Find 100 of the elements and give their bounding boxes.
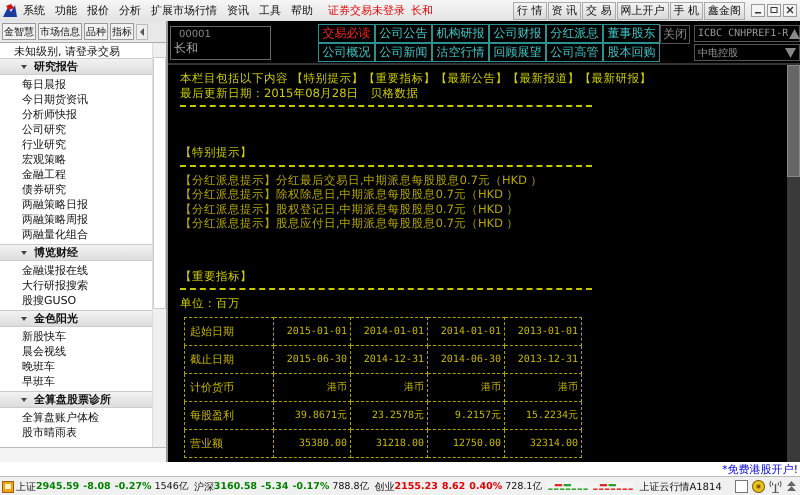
section-title: 研究报告: [34, 59, 78, 74]
nav-button[interactable]: 网上开户: [616, 2, 668, 20]
sidebar-item[interactable]: 每日晨报: [0, 77, 152, 92]
info-tab[interactable]: 公司概况: [318, 43, 375, 62]
section-title: 博览财经: [34, 245, 78, 260]
table-cell: 港币: [428, 373, 504, 401]
table-cell: 截止日期: [184, 345, 274, 373]
table-cell: 2015-06-30: [274, 345, 350, 373]
close-button[interactable]: 关闭: [660, 25, 690, 44]
tip-tag: 【分红派息提示】: [180, 216, 276, 230]
info-tab[interactable]: 沽空行情: [432, 43, 489, 62]
table-cell: 2013-12-31: [504, 345, 582, 373]
index-value: 2945.59: [36, 481, 80, 492]
menu-item[interactable]: 功能: [50, 3, 82, 18]
sidebar-item[interactable]: 债券研究: [0, 182, 152, 197]
sidebar-item[interactable]: 金融工程: [0, 167, 152, 182]
sidebar-item[interactable]: 早班车: [0, 374, 152, 389]
menu-item[interactable]: 分析: [114, 3, 146, 18]
table-cell: 2015-01-01: [274, 317, 350, 345]
sidebar-tab[interactable]: 市场信息: [38, 23, 82, 40]
table-cell: 12750.00: [428, 429, 504, 457]
section-heading: 【特别提示】: [180, 145, 253, 160]
dropdown[interactable]: 中电控股: [694, 44, 800, 61]
index-change: -8.08: [83, 481, 111, 492]
table-cell: 计价货币: [184, 373, 274, 401]
sidebar-item[interactable]: 今日期货资讯: [0, 92, 152, 107]
nav-button[interactable]: 鑫金阁: [704, 2, 745, 20]
menu-item[interactable]: 报价: [82, 3, 114, 18]
nav-button[interactable]: 交 易: [582, 2, 616, 20]
sidebar-item[interactable]: 金融谍报在线: [0, 263, 152, 278]
nav-button[interactable]: 行 情: [513, 2, 546, 20]
sidebar-item[interactable]: 两融策略日报: [0, 197, 152, 212]
section-header[interactable]: 博览财经: [0, 244, 152, 261]
index-percent: 0.40%: [469, 481, 502, 492]
menu-item[interactable]: 帮助: [286, 3, 318, 18]
sidebar-item[interactable]: 分析师快报: [0, 107, 152, 122]
table-cell: 15.2234元: [504, 401, 582, 429]
info-tab[interactable]: 董事股东: [603, 24, 660, 43]
table-cell: 港币: [350, 373, 428, 401]
section-header[interactable]: 研究报告: [0, 58, 152, 75]
dropdown[interactable]: ICBC CNHPREF1-R: [694, 25, 800, 42]
menu-item[interactable]: 系统: [18, 3, 50, 18]
menu-item[interactable]: 工具: [254, 3, 286, 18]
table-cell: 2014-12-31: [350, 345, 428, 373]
menu-item[interactable]: 扩展市场行情: [146, 3, 222, 18]
sidebar-tab[interactable]: 指标: [110, 23, 134, 40]
index-change: -5.34: [261, 481, 288, 492]
info-tab[interactable]: 回顾展望: [489, 43, 546, 62]
table-cell: 每股盈利: [184, 401, 274, 429]
sidebar-item[interactable]: 晚班车: [0, 359, 152, 374]
sidebar-item[interactable]: 全算盘账户体检: [0, 410, 152, 425]
info-tab[interactable]: 交易必读: [318, 24, 375, 43]
tip-text: 股权登记日,中期派息每股股息0.7元（HKD ）: [276, 202, 519, 216]
sidebar-item[interactable]: 大行研报搜索: [0, 278, 152, 293]
info-tab[interactable]: 机构研报: [432, 24, 489, 43]
index-value: 3160.58: [214, 481, 258, 492]
stock-name: 长和: [411, 3, 433, 18]
info-tab[interactable]: 公司新闻: [375, 43, 432, 62]
table-cell: 35380.00: [274, 429, 350, 457]
info-tab[interactable]: 分红派息: [546, 24, 603, 43]
tip-tag: 【分红派息提示】: [180, 202, 276, 216]
info-tab[interactable]: 公司财报: [489, 24, 546, 43]
nav-button[interactable]: 资 讯: [548, 2, 581, 20]
index-name: 创业: [374, 480, 395, 494]
table-cell: 2013-01-01: [504, 317, 582, 345]
intro-text: 本栏目包括以下内容 【特别提示】【重要指标】【最新公告】【最新报道】【最新研报】: [180, 71, 653, 86]
index-volume: 1546亿: [154, 480, 189, 493]
sidebar-tab[interactable]: 品种: [84, 23, 108, 40]
promo-link[interactable]: *免费港股开户!: [722, 462, 800, 476]
sidebar-item[interactable]: 宏观策略: [0, 152, 152, 167]
table-cell: 2014-01-01: [350, 317, 428, 345]
sidebar-item[interactable]: 两融策略周报: [0, 212, 152, 227]
table-cell: 32314.00: [504, 429, 582, 457]
table-cell: 2014-06-30: [428, 345, 504, 373]
menu-item[interactable]: 资讯: [222, 3, 254, 18]
table-cell: 营业额: [184, 429, 274, 457]
sidebar-item[interactable]: 两融量化组合: [0, 227, 152, 242]
tip-tag: 【分红派息提示】: [180, 172, 276, 186]
info-tab[interactable]: 股本回购: [603, 43, 660, 62]
sidebar-item[interactable]: 股搜GUSO: [0, 293, 152, 308]
sidebar-item[interactable]: 新股快车: [0, 329, 152, 344]
index-name: 沪深: [194, 480, 214, 494]
tip-text: 分红最后交易日,中期派息每股股息0.7元（HKD ）: [276, 172, 543, 186]
section-header[interactable]: 全算盘股票诊所: [0, 391, 152, 408]
sidebar-item[interactable]: 股市晴雨表: [0, 425, 152, 440]
tip-text: 除权除息日,中期派息每股股息0.7元（HKD ）: [276, 187, 519, 201]
server-name: 上证云行情A1814: [639, 480, 722, 494]
sidebar-item[interactable]: 行业研究: [0, 137, 152, 152]
index-change: 8.62: [442, 481, 466, 492]
table-cell: 9.2157元: [428, 401, 504, 429]
sidebar-tab[interactable]: 金智慧: [2, 23, 36, 40]
sidebar-item[interactable]: 公司研究: [0, 122, 152, 137]
tip-text: 股息应付日,中期派息每股股息0.7元（HKD ）: [276, 216, 519, 230]
info-tab[interactable]: 公司公告: [375, 24, 432, 43]
section-header[interactable]: 金色阳光: [0, 310, 152, 327]
index-percent: -0.17%: [292, 481, 330, 492]
nav-button[interactable]: 手 机: [670, 2, 703, 20]
table-cell: 起始日期: [184, 317, 274, 345]
info-tab[interactable]: 公司高管: [546, 43, 603, 62]
sidebar-item[interactable]: 晨会视线: [0, 344, 152, 359]
